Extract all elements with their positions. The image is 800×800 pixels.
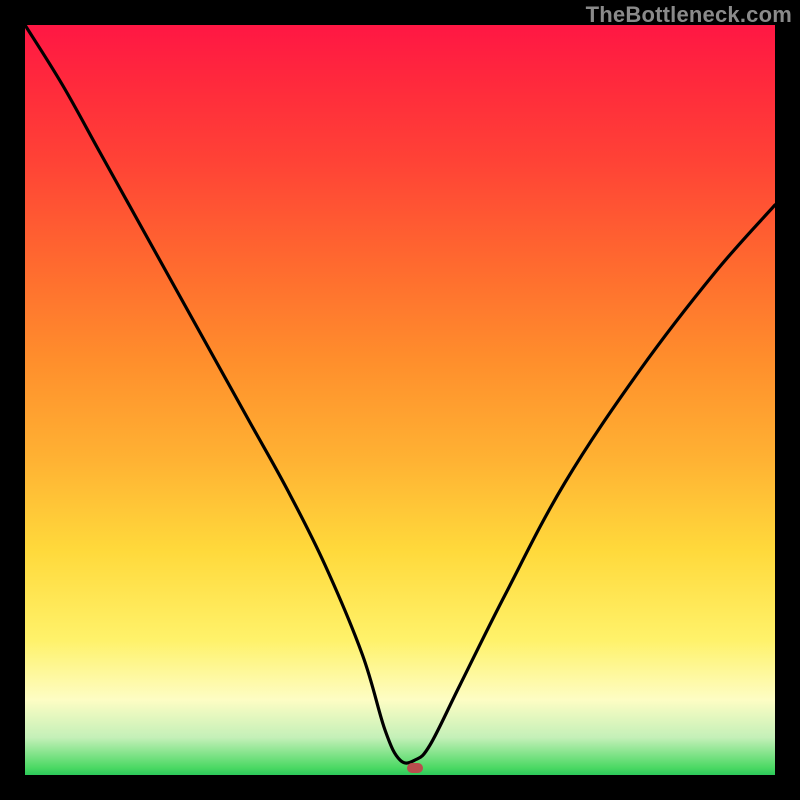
plot-area (25, 25, 775, 775)
chart-frame: TheBottleneck.com (0, 0, 800, 800)
optimal-marker (407, 763, 423, 773)
bottleneck-curve (25, 25, 775, 775)
